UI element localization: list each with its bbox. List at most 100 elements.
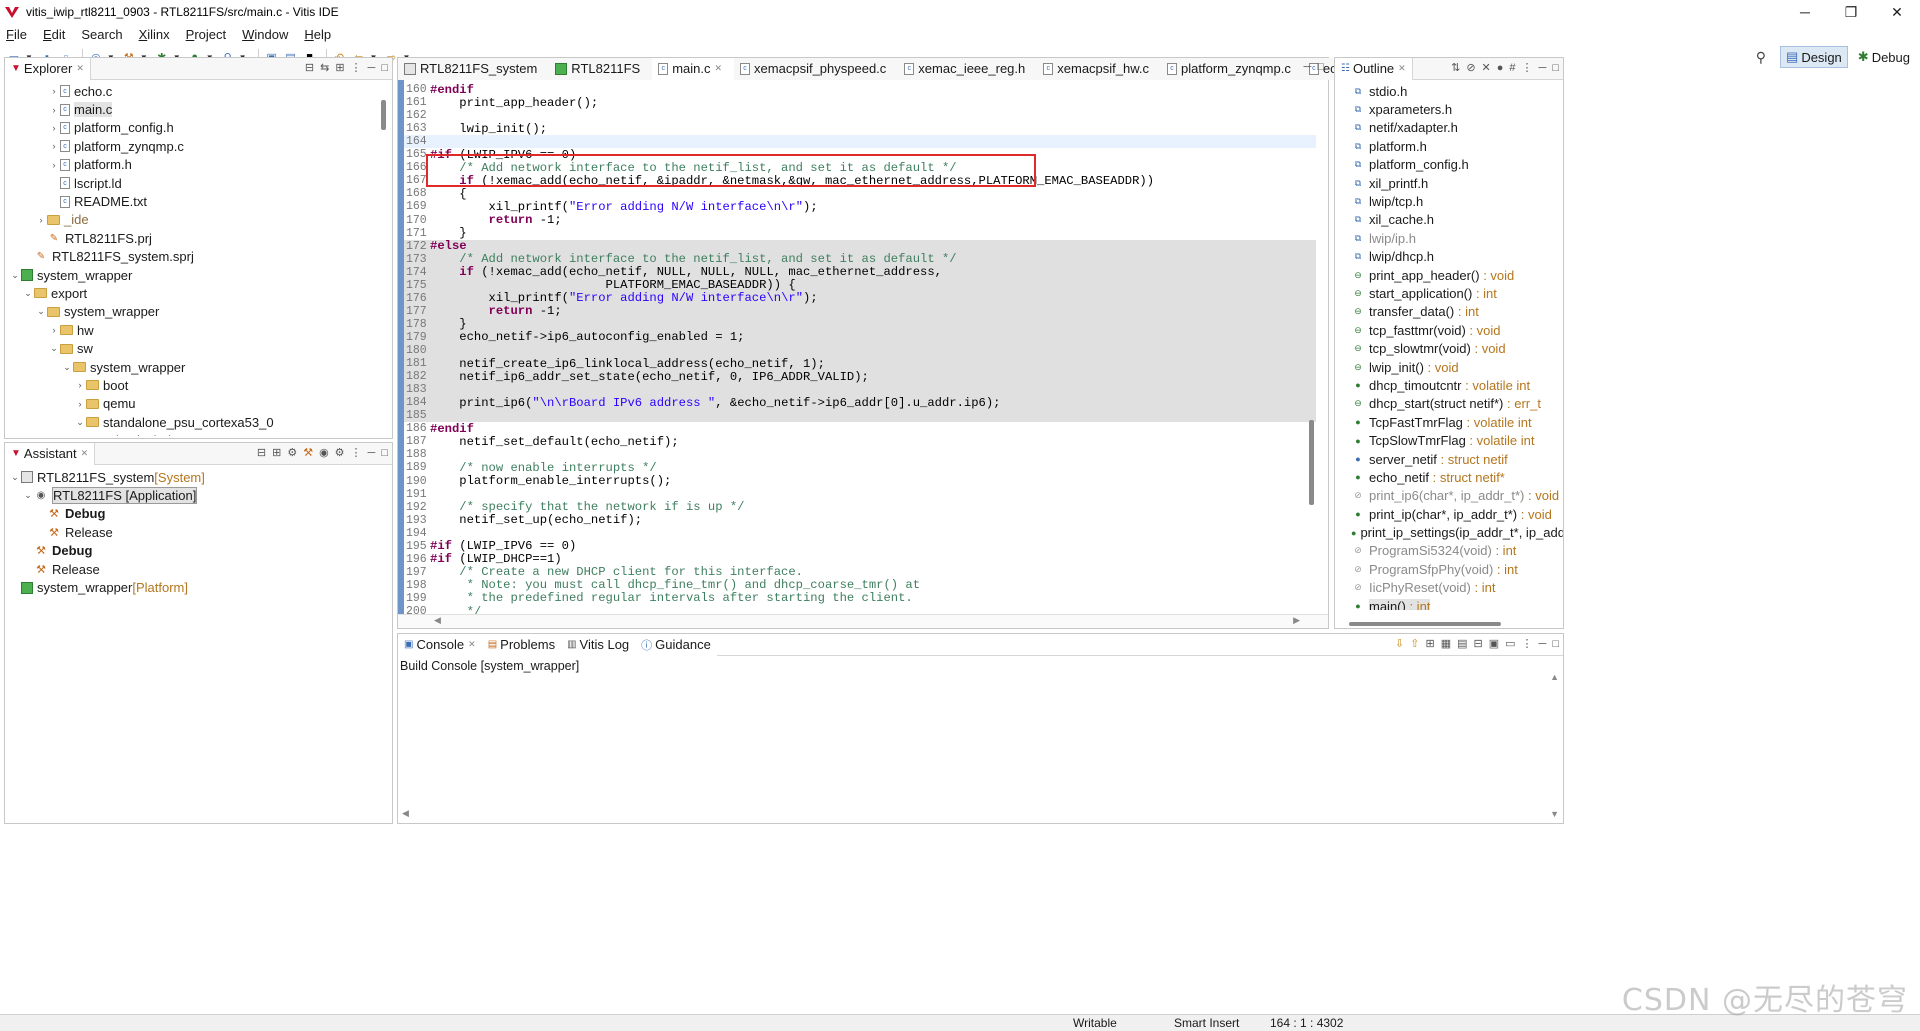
collapsed-chevron-icon[interactable]: › bbox=[35, 215, 47, 225]
maximize-icon[interactable]: □ bbox=[1317, 61, 1324, 73]
outline-item[interactable]: ⧉ stdio.h bbox=[1335, 82, 1563, 100]
outline-item[interactable]: ⊖ tcp_slowtmr(void) : void bbox=[1335, 339, 1563, 357]
chevron-icon[interactable]: ⌄ bbox=[22, 490, 34, 501]
tree-item[interactable]: › c echo.c bbox=[5, 82, 392, 100]
sort-icon[interactable]: ⇅ bbox=[1451, 61, 1460, 74]
status-insert-mode[interactable]: Smart Insert bbox=[1174, 1016, 1239, 1030]
expand-all-icon[interactable]: ⊞ bbox=[272, 446, 281, 459]
search-icon[interactable]: ⚲ bbox=[1756, 49, 1766, 66]
tab-outline[interactable]: ☷ Outline ✕ bbox=[1335, 57, 1413, 80]
tab-vitis-log[interactable]: ▥ Vitis Log bbox=[561, 633, 636, 656]
expanded-chevron-icon[interactable]: ⌄ bbox=[48, 343, 60, 354]
expanded-chevron-icon[interactable]: ⌄ bbox=[74, 417, 86, 428]
stop-icon[interactable]: ◉ bbox=[319, 446, 329, 459]
tree-item[interactable]: ⌄ standalone_psu_cortexa53_0 bbox=[5, 413, 392, 431]
collapsed-chevron-icon[interactable]: › bbox=[74, 380, 86, 390]
scroll-down-icon[interactable]: ⇩ bbox=[1395, 637, 1404, 650]
view-menu-icon[interactable]: ⋮ bbox=[351, 446, 362, 459]
minimize-button[interactable]: ─ bbox=[1782, 0, 1828, 24]
scroll-left-icon[interactable]: ◀ bbox=[434, 615, 441, 626]
maximize-icon[interactable]: □ bbox=[1552, 638, 1559, 650]
clear-console-icon[interactable]: ▦ bbox=[1441, 637, 1451, 650]
minimize-icon[interactable]: ─ bbox=[368, 62, 376, 74]
expanded-chevron-icon[interactable]: ⌄ bbox=[9, 270, 21, 281]
editor-scrollbar[interactable] bbox=[1309, 420, 1314, 505]
tree-item[interactable]: › _ide bbox=[5, 211, 392, 229]
outline-item[interactable]: ● TcpSlowTmrFlag : volatile int bbox=[1335, 431, 1563, 449]
hide-nonpublic-icon[interactable]: ● bbox=[1497, 62, 1504, 74]
outline-item[interactable]: ⊘ ProgramSfpPhy(void) : int bbox=[1335, 560, 1563, 578]
maximize-button[interactable]: ❐ bbox=[1828, 0, 1874, 24]
outline-item[interactable]: ⊘ IicPhyReset(void) : int bbox=[1335, 579, 1563, 597]
tree-item[interactable]: ⌄ bspinclude bbox=[5, 431, 392, 436]
collapsed-chevron-icon[interactable]: › bbox=[48, 160, 60, 170]
scroll-right-icon[interactable]: ▶ bbox=[1293, 615, 1300, 626]
tree-item[interactable]: c lscript.ld bbox=[5, 174, 392, 192]
assistant-item[interactable]: ⚒ Release bbox=[5, 523, 392, 541]
close-icon[interactable]: ✕ bbox=[81, 448, 89, 459]
minimize-icon[interactable]: ─ bbox=[1304, 61, 1312, 73]
code-editor[interactable]: 160 #endif 161 print_app_header(); 162 163 l… bbox=[398, 80, 1328, 614]
collapsed-chevron-icon[interactable]: › bbox=[48, 123, 60, 133]
hide-defines-icon[interactable]: # bbox=[1509, 62, 1515, 74]
outline-item[interactable]: ⊖ lwip_init() : void bbox=[1335, 358, 1563, 376]
expanded-chevron-icon[interactable]: ⌄ bbox=[35, 306, 47, 317]
outline-item[interactable]: ⧉ xparameters.h bbox=[1335, 100, 1563, 118]
editor-tab[interactable]: c xemacpsif_physpeed.c bbox=[734, 57, 899, 80]
build-hammer-icon[interactable]: ⚒ bbox=[303, 446, 313, 459]
hide-static-icon[interactable]: ✕ bbox=[1482, 61, 1491, 74]
gear-icon[interactable]: ⚙ bbox=[335, 446, 345, 459]
collapsed-chevron-icon[interactable]: › bbox=[48, 325, 60, 335]
close-icon[interactable]: ✕ bbox=[1398, 63, 1406, 74]
settings-icon[interactable]: ⚙ bbox=[287, 446, 297, 459]
assistant-item[interactable]: system_wrapper [Platform] bbox=[5, 578, 392, 596]
editor-tab[interactable]: c platform_zynqmp.c bbox=[1161, 57, 1303, 80]
close-icon[interactable]: ✕ bbox=[468, 639, 476, 650]
explorer-scrollbar[interactable] bbox=[381, 100, 386, 130]
outline-item[interactable]: ⊘ print_ip6(char*, ip_addr_t*) : void bbox=[1335, 487, 1563, 505]
editor-tab[interactable]: c xemac_ieee_reg.h bbox=[898, 57, 1038, 80]
menu-item[interactable]: Help bbox=[304, 27, 331, 42]
tab-explorer[interactable]: ▼ Explorer ✕ bbox=[5, 57, 91, 80]
console-scroll-up-icon[interactable]: ▲ bbox=[1550, 672, 1559, 682]
outline-item[interactable]: ● TcpFastTmrFlag : volatile int bbox=[1335, 413, 1563, 431]
link-editor-icon[interactable]: ⇆ bbox=[320, 61, 329, 74]
collapsed-chevron-icon[interactable]: › bbox=[74, 399, 86, 409]
outline-item[interactable]: ⧉ xil_printf.h bbox=[1335, 174, 1563, 192]
editor-tab[interactable]: RTL8211FS bbox=[549, 57, 653, 80]
tree-item[interactable]: › boot bbox=[5, 376, 392, 394]
tree-item[interactable]: › qemu bbox=[5, 395, 392, 413]
outline-item[interactable]: ● echo_netif : struct netif* bbox=[1335, 468, 1563, 486]
tab-problems[interactable]: ▤ Problems bbox=[481, 633, 562, 656]
tree-item[interactable]: ✎ RTL8211FS_system.sprj bbox=[5, 248, 392, 266]
tree-item[interactable]: ⌄ system_wrapper bbox=[5, 358, 392, 376]
expanded-chevron-icon[interactable]: ⌄ bbox=[22, 288, 34, 299]
collapsed-chevron-icon[interactable]: › bbox=[48, 141, 60, 151]
hide-fields-icon[interactable]: ⊘ bbox=[1466, 61, 1475, 74]
tree-item[interactable]: › c platform.h bbox=[5, 156, 392, 174]
collapsed-chevron-icon[interactable]: › bbox=[48, 105, 60, 115]
assistant-item[interactable]: ⌄ ◉ RTL8211FS [Application] bbox=[5, 486, 392, 505]
outline-item[interactable]: ⊘ ProgramSi5324(void) : int bbox=[1335, 542, 1563, 560]
outline-item[interactable]: ⊖ tcp_fasttmr(void) : void bbox=[1335, 321, 1563, 339]
expanded-chevron-icon[interactable]: ⌄ bbox=[87, 435, 99, 436]
outline-item[interactable]: ⊖ dhcp_start(struct netif*) : err_t bbox=[1335, 395, 1563, 413]
outline-item[interactable]: ● server_netif : struct netif bbox=[1335, 450, 1563, 468]
close-button[interactable]: ✕ bbox=[1874, 0, 1920, 24]
view-menu-icon[interactable]: ⋮ bbox=[351, 61, 362, 74]
outline-item[interactable]: ⧉ xil_cache.h bbox=[1335, 211, 1563, 229]
tree-item[interactable]: › hw bbox=[5, 321, 392, 339]
tree-item[interactable]: › c platform_config.h bbox=[5, 119, 392, 137]
outline-item[interactable]: ● dhcp_timoutcntr : volatile int bbox=[1335, 376, 1563, 394]
tab-assistant[interactable]: ▼ Assistant ✕ bbox=[5, 442, 96, 465]
scroll-up-icon[interactable]: ⇧ bbox=[1410, 637, 1419, 650]
editor-tab[interactable]: RTL8211FS_system bbox=[398, 57, 550, 80]
tree-item[interactable]: ✎ RTL8211FS.prj bbox=[5, 229, 392, 247]
editor-tab[interactable]: c xemacpsif_hw.c bbox=[1037, 57, 1162, 80]
menu-item[interactable]: Xilinx bbox=[139, 27, 170, 42]
tree-item[interactable]: ⌄ system_wrapper bbox=[5, 303, 392, 321]
close-icon[interactable]: ✕ bbox=[715, 63, 723, 74]
outline-item[interactable]: ⧉ platform.h bbox=[1335, 137, 1563, 155]
display-console-icon[interactable]: ▣ bbox=[1489, 637, 1499, 650]
tree-item[interactable]: ⌄ export bbox=[5, 284, 392, 302]
